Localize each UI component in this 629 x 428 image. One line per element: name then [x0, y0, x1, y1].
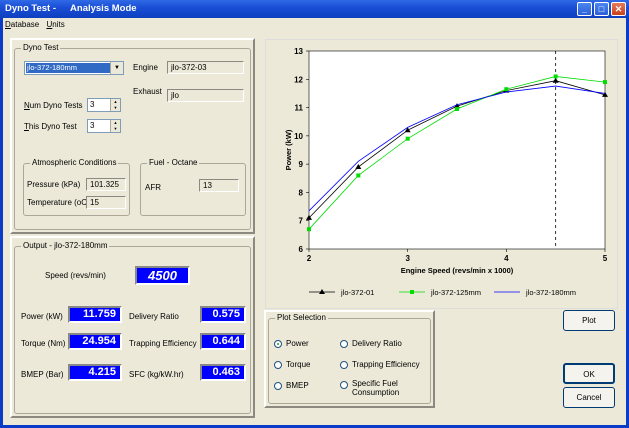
exhaust-label: Exhaust	[133, 87, 162, 96]
pressure-label: Pressure (kPa)	[27, 180, 81, 189]
radio-delivery-ratio[interactable]: Delivery Ratio	[340, 339, 402, 348]
afr-field: 13	[199, 179, 239, 192]
chevron-down-icon[interactable]: ▼	[110, 62, 123, 74]
close-button[interactable]: ✕	[611, 2, 626, 16]
this-test-label: This Dyno Test	[24, 122, 77, 131]
legend-label: jlo-372-125mm	[430, 288, 481, 297]
dyno-test-group-label: Dyno Test	[21, 43, 61, 52]
y-tick-label: 7	[299, 217, 304, 226]
num-tests-stepper[interactable]: 3 ▲ ▼	[87, 98, 121, 112]
data-point-square	[405, 136, 410, 141]
radio-trapping-efficiency[interactable]: Trapping Efficiency	[340, 360, 420, 369]
y-tick-label: 9	[299, 160, 304, 169]
y-tick-label: 6	[299, 245, 304, 254]
atmospheric-conditions-label: Atmospheric Conditions	[30, 158, 119, 167]
x-axis-label: Engine Speed (revs/min x 1000)	[401, 266, 514, 275]
radio-torque[interactable]: Torque	[274, 360, 310, 369]
radio-on-icon[interactable]	[274, 339, 282, 348]
data-point-square	[553, 74, 558, 79]
radio-power[interactable]: Power	[274, 339, 309, 348]
window-title-app: Dyno Test -	[5, 3, 57, 14]
cancel-button[interactable]: Cancel	[563, 387, 615, 408]
title-bar[interactable]: Dyno Test - Analysis Mode _ □ ✕	[0, 0, 629, 18]
data-point-square	[410, 290, 414, 294]
power-chart: 6 7 8 9 10 11 12 13 2 3 4 5 Engine Speed (revs/min …	[284, 47, 608, 297]
delivery-ratio-value: 0.575	[200, 306, 246, 323]
x-tick-label: 4	[504, 254, 509, 263]
menu-units[interactable]: Units	[44, 18, 67, 31]
maximize-button[interactable]: □	[594, 2, 609, 16]
dyno-test-window: Dyno Test - Analysis Mode _ □ ✕ Database …	[0, 0, 629, 428]
window-title-mode: Analysis Mode	[70, 3, 137, 14]
radio-off-icon[interactable]	[274, 381, 282, 390]
data-point-square	[455, 106, 459, 111]
ok-button[interactable]: OK	[563, 363, 615, 384]
radio-off-icon[interactable]	[340, 339, 348, 348]
this-test-value: 3	[90, 121, 95, 130]
radio-off-icon[interactable]	[340, 360, 348, 369]
this-test-stepper[interactable]: 3 ▲ ▼	[87, 119, 121, 133]
exhaust-field: jlo	[167, 89, 244, 102]
temperature-label: Temperature (oC)	[27, 198, 90, 207]
plot-button[interactable]: Plot	[563, 310, 615, 331]
y-axis-label: Power (kW)	[284, 129, 293, 170]
menu-bar: Database Units	[3, 18, 626, 31]
num-tests-value: 3	[90, 100, 95, 109]
legend-label: jlo-372-01	[340, 288, 374, 297]
radio-off-icon[interactable]	[274, 360, 282, 369]
power-label: Power (kW)	[21, 312, 63, 321]
data-point-square	[356, 173, 361, 178]
power-value: 11.759	[68, 306, 122, 323]
data-point-triangle	[319, 289, 325, 294]
engine-label: Engine	[133, 63, 158, 72]
menu-database[interactable]: Database	[3, 18, 42, 31]
num-tests-spin-buttons[interactable]: ▲ ▼	[110, 99, 120, 111]
delivery-ratio-label: Delivery Ratio	[129, 312, 179, 321]
speed-label: Speed (revs/min)	[45, 271, 106, 280]
trapping-efficiency-value: 0.644	[200, 333, 246, 350]
this-test-spin-buttons[interactable]: ▲ ▼	[110, 120, 120, 132]
power-chart-panel: 6 7 8 9 10 11 12 13 2 3 4 5 Engine Speed (revs/min …	[265, 39, 618, 309]
afr-label: AFR	[145, 183, 161, 192]
data-point-square	[504, 87, 509, 92]
plot-selection-label: Plot Selection	[275, 313, 328, 322]
radio-bmep[interactable]: BMEP	[274, 381, 309, 390]
data-point-square	[307, 227, 311, 232]
y-tick-label: 12	[294, 75, 303, 84]
torque-value: 24.954	[68, 333, 122, 350]
radio-off-icon[interactable]	[340, 381, 348, 389]
engine-field: jlo-372-03	[167, 61, 244, 74]
spin-down-icon[interactable]: ▼	[111, 105, 120, 111]
bmep-value: 4.215	[68, 364, 122, 381]
torque-label: Torque (Nm)	[21, 339, 66, 348]
chart-legend: jlo-372-01 jlo-372-125mm jlo-372-180mm	[309, 288, 576, 297]
speed-value: 4500	[135, 266, 190, 285]
dyno-test-select[interactable]: jlo-372-180mm ▼	[24, 61, 124, 75]
pressure-field: 101.325	[86, 178, 126, 191]
output-panel: Output - jlo-372-180mm	[10, 236, 255, 418]
y-tick-label: 13	[294, 47, 303, 56]
num-tests-label: Num Dyno Tests	[24, 101, 83, 110]
radio-specific-fuel-consumption[interactable]: Specific Fuel Consumption	[340, 379, 430, 397]
output-group-label: Output - jlo-372-180mm	[21, 241, 110, 250]
temperature-field: 15	[86, 196, 126, 209]
y-tick-label: 11	[295, 104, 304, 113]
x-tick-label: 5	[603, 254, 608, 263]
fuel-octane-label: Fuel - Octane	[147, 158, 200, 167]
y-tick-label: 10	[294, 132, 303, 141]
legend-label: jlo-372-180mm	[525, 288, 576, 297]
client-area: Dyno Test jlo-372-180mm ▼ Engine jlo-372…	[3, 31, 626, 425]
bmep-label: BMEP (Bar)	[21, 370, 64, 379]
selected-test-value: jlo-372-180mm	[26, 63, 110, 73]
x-tick-label: 3	[405, 254, 410, 263]
trapping-efficiency-label: Trapping Efficiency	[129, 339, 197, 348]
plot-area	[308, 50, 606, 250]
sfc-label: SFC (kg/kW.hr)	[129, 370, 184, 379]
sfc-value: 0.463	[200, 364, 246, 381]
data-point-square	[603, 80, 607, 85]
minimize-button[interactable]: _	[577, 2, 592, 16]
y-tick-label: 8	[299, 188, 304, 197]
x-tick-label: 2	[307, 254, 312, 263]
spin-down-icon[interactable]: ▼	[111, 126, 120, 132]
